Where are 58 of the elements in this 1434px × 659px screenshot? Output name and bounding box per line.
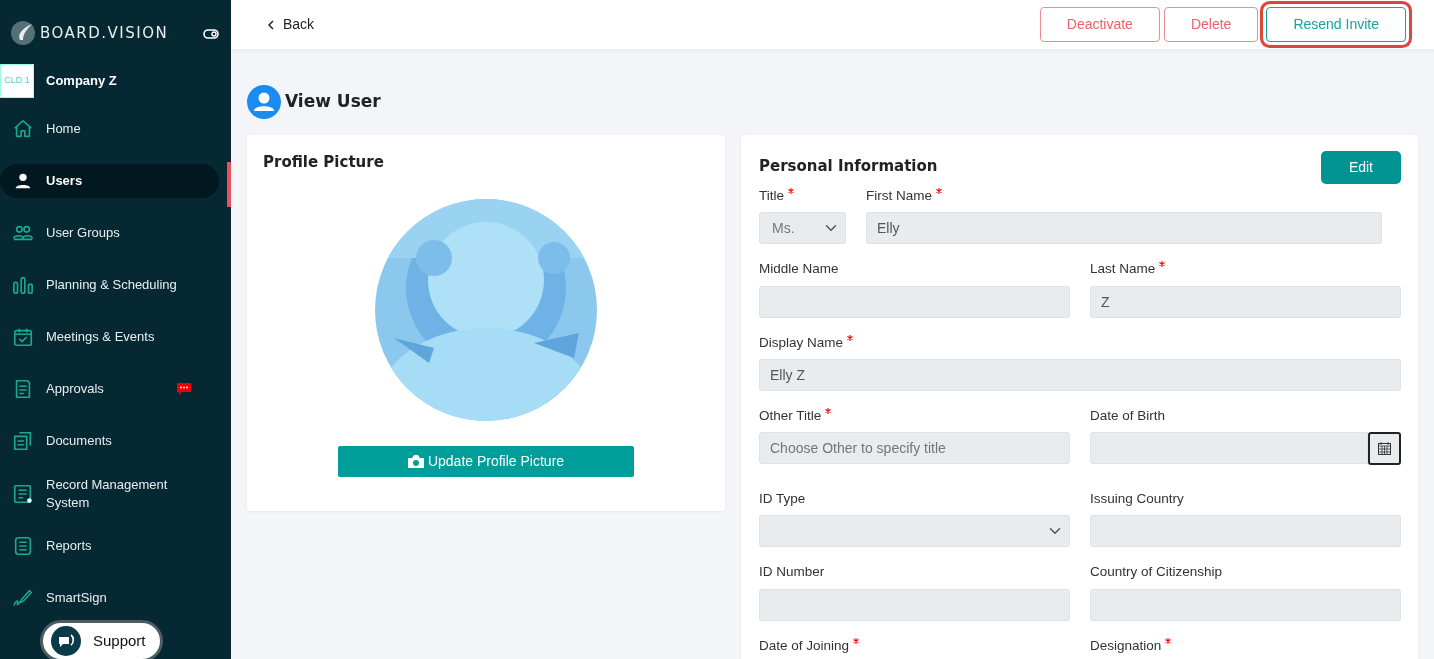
card-title: Profile Picture xyxy=(263,152,385,174)
sidebar-item[interactable]: Planning & Scheduling xyxy=(0,268,219,302)
sidebar-item[interactable]: Users xyxy=(0,164,219,198)
field-label: Middle Name xyxy=(759,260,839,279)
camera-icon xyxy=(407,454,424,468)
input-field[interactable]: Elly Z xyxy=(759,358,1401,391)
field-label: Country of Citizenship xyxy=(1090,563,1223,582)
input-field[interactable] xyxy=(759,588,1070,621)
input-field[interactable]: Choose Other to specify title xyxy=(759,432,1070,465)
field-label: Last Name xyxy=(1090,260,1156,279)
field-label: First Name xyxy=(866,187,932,206)
company-logo: CLD 1 xyxy=(0,64,34,98)
sidebar-item[interactable]: Reports xyxy=(0,529,219,564)
field-label: Display Name xyxy=(759,333,844,352)
field-label: ID Number xyxy=(759,563,825,582)
chevron-left-icon xyxy=(267,19,275,30)
company-name: Company Z xyxy=(46,72,117,91)
back-link[interactable]: Back xyxy=(267,14,315,35)
scroll-thumb xyxy=(227,162,231,207)
home-icon xyxy=(12,118,34,140)
input-field[interactable] xyxy=(1090,588,1401,621)
chat-icon xyxy=(51,626,81,656)
bar-chart-icon xyxy=(12,274,34,296)
card-title: Personal Information xyxy=(759,156,938,178)
field-label: Issuing Country xyxy=(1090,490,1184,509)
input-field[interactable] xyxy=(1090,515,1401,548)
calendar-check-icon xyxy=(12,326,34,348)
field-label: ID Type xyxy=(759,490,806,509)
page-title: View User xyxy=(285,90,381,114)
select-field[interactable]: Ms. xyxy=(759,212,846,245)
toggle-icon[interactable] xyxy=(203,28,219,39)
record-icon xyxy=(12,482,34,505)
field-label: Other Title xyxy=(759,406,822,425)
calendar-button[interactable] xyxy=(1368,432,1401,466)
brand-name: BOARD.VISION xyxy=(40,22,169,44)
input-field[interactable]: Elly xyxy=(866,212,1382,245)
edit-button[interactable]: Edit xyxy=(1320,151,1401,185)
sidebar-item[interactable]: Meetings & Events xyxy=(0,320,219,354)
sidebar-item[interactable]: SmartSign xyxy=(0,581,219,616)
sidebar-item[interactable]: Approvals xyxy=(0,372,219,406)
support-button[interactable]: Support xyxy=(40,620,163,659)
field-label: Date of Joining xyxy=(759,636,850,655)
select-field[interactable] xyxy=(759,515,1070,548)
sidebar-item[interactable]: Home xyxy=(0,112,219,146)
field-label: Date of Birth xyxy=(1090,406,1166,425)
date-field[interactable] xyxy=(1090,432,1368,465)
sidebar-item[interactable]: User Groups xyxy=(0,216,219,250)
logo-icon xyxy=(10,20,36,46)
field-label: Designation xyxy=(1090,636,1162,655)
user-icon xyxy=(247,85,281,120)
sidebar-item[interactable]: Documents xyxy=(0,424,219,458)
field-label: Title xyxy=(759,187,784,206)
list-icon xyxy=(12,535,34,558)
input-field[interactable] xyxy=(759,285,1070,318)
input-field[interactable]: Z xyxy=(1090,285,1401,318)
sidebar-item[interactable]: Record Management System xyxy=(0,476,219,512)
calendar-icon xyxy=(1378,442,1391,456)
documents-icon xyxy=(12,430,34,452)
